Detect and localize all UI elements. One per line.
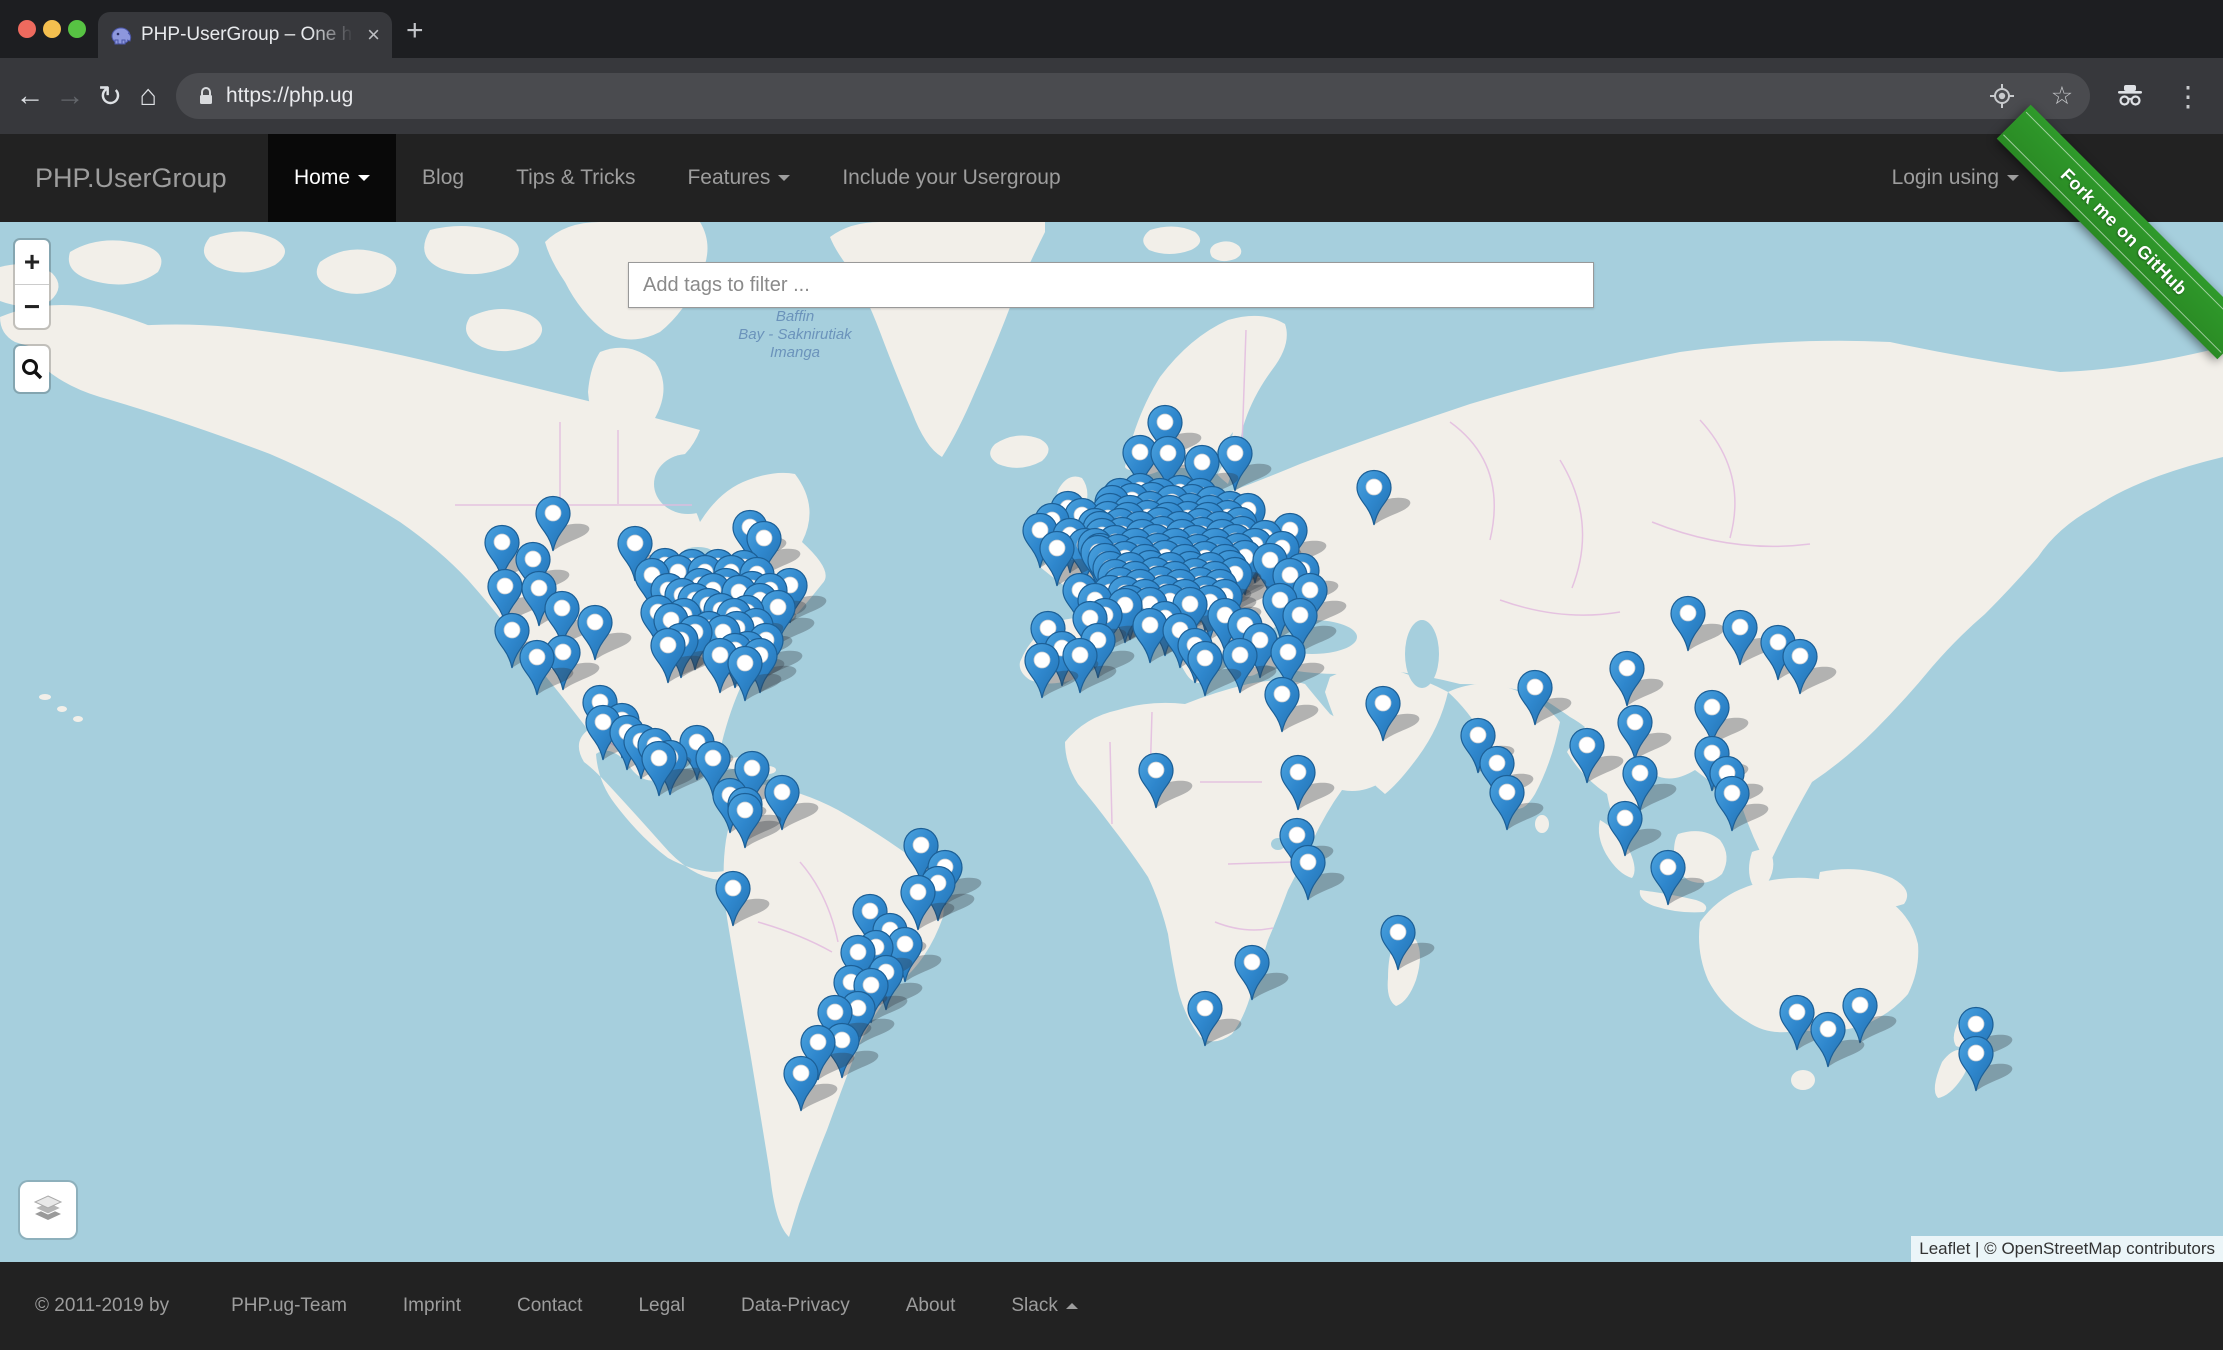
tag-filter-input[interactable] bbox=[628, 262, 1594, 308]
nav-item-include-usergroup[interactable]: Include your Usergroup bbox=[816, 134, 1086, 222]
nav-item-home[interactable]: Home bbox=[268, 134, 396, 222]
location-target-icon[interactable] bbox=[1986, 80, 2018, 112]
map-marker[interactable] bbox=[1355, 469, 1451, 531]
window-zoom-button[interactable] bbox=[68, 20, 86, 38]
bookmark-star-icon[interactable]: ☆ bbox=[2046, 80, 2078, 112]
footer-link-legal[interactable]: Legal bbox=[638, 1295, 685, 1317]
map-marker[interactable] bbox=[1649, 849, 1745, 911]
login-using-menu[interactable]: Login using bbox=[1892, 134, 2019, 222]
back-icon[interactable]: ← bbox=[10, 76, 50, 116]
favicon-elephant-icon bbox=[110, 25, 132, 45]
footer-link-about[interactable]: About bbox=[906, 1295, 956, 1317]
chevron-down-icon bbox=[778, 175, 790, 181]
map-marker[interactable] bbox=[1186, 990, 1282, 1052]
layers-icon bbox=[31, 1194, 65, 1226]
zoom-in-button[interactable]: + bbox=[15, 240, 49, 284]
osm-link[interactable]: OpenStreetMap contributors bbox=[2001, 1239, 2215, 1258]
reload-icon[interactable]: ↻ bbox=[90, 76, 130, 116]
lock-icon bbox=[198, 86, 214, 106]
nav-items: Home Blog Tips & Tricks Features Include… bbox=[268, 134, 1087, 222]
copyright-text: © 2011-2019 by bbox=[35, 1295, 169, 1317]
map-marker[interactable] bbox=[782, 1055, 878, 1117]
map-marker[interactable] bbox=[1023, 642, 1119, 704]
home-icon[interactable]: ⌂ bbox=[128, 76, 168, 116]
zoom-out-button[interactable]: − bbox=[15, 284, 49, 328]
tab-strip: PHP-UserGroup – One home fo × + bbox=[0, 0, 2223, 58]
address-bar[interactable]: https://php.ug bbox=[176, 73, 2090, 119]
layers-control[interactable] bbox=[20, 1182, 76, 1238]
url-text: https://php.ug bbox=[226, 84, 353, 108]
map-marker[interactable] bbox=[1379, 914, 1475, 976]
zoom-control: + − bbox=[15, 240, 49, 328]
tab-close-icon[interactable]: × bbox=[367, 24, 380, 46]
site-navbar: PHP.UserGroup Home Blog Tips & Tricks Fe… bbox=[0, 134, 2223, 222]
browser-toolbar: ← → ↻ ⌂ https://php.ug ☆ ⋮ bbox=[0, 58, 2223, 134]
nav-item-tips-tricks[interactable]: Tips & Tricks bbox=[490, 134, 661, 222]
browser-tab[interactable]: PHP-UserGroup – One home fo × bbox=[98, 12, 392, 58]
brand-logo[interactable]: PHP.UserGroup bbox=[35, 134, 227, 222]
map-marker[interactable] bbox=[1608, 650, 1704, 712]
map-marker[interactable] bbox=[1488, 774, 1584, 836]
chevron-up-icon bbox=[1066, 1303, 1078, 1309]
new-tab-button[interactable]: + bbox=[406, 16, 424, 46]
map-marker[interactable] bbox=[714, 870, 810, 932]
window-close-button[interactable] bbox=[18, 20, 36, 38]
tab-title: PHP-UserGroup – One home fo bbox=[141, 24, 358, 46]
map-marker[interactable] bbox=[1713, 775, 1809, 837]
window-minimize-button[interactable] bbox=[43, 20, 61, 38]
map-attribution: Leaflet | © OpenStreetMap contributors bbox=[1911, 1236, 2223, 1262]
browser-window: PHP-UserGroup – One home fo × + ← → ↻ ⌂ … bbox=[0, 0, 2223, 1350]
nav-item-blog[interactable]: Blog bbox=[396, 134, 490, 222]
incognito-icon[interactable] bbox=[2114, 80, 2146, 112]
leaflet-map[interactable]: Baffin Bay - Saknirutiak Imanga + − Leaf… bbox=[0, 222, 2223, 1262]
footer-link-imprint[interactable]: Imprint bbox=[403, 1295, 461, 1317]
nav-item-features[interactable]: Features bbox=[661, 134, 816, 222]
map-marker[interactable] bbox=[1279, 754, 1375, 816]
map-marker[interactable] bbox=[726, 792, 822, 854]
map-marker[interactable] bbox=[1289, 844, 1385, 906]
footer-link-data-privacy[interactable]: Data-Privacy bbox=[741, 1295, 850, 1317]
chevron-down-icon bbox=[2007, 175, 2019, 181]
footer-link-team[interactable]: PHP.ug-Team bbox=[231, 1295, 347, 1317]
map-marker[interactable] bbox=[1364, 685, 1460, 747]
map-marker[interactable] bbox=[1263, 676, 1359, 738]
map-marker[interactable] bbox=[1781, 638, 1877, 700]
map-marker[interactable] bbox=[1809, 1011, 1905, 1073]
forward-icon[interactable]: → bbox=[50, 76, 90, 116]
chevron-down-icon bbox=[358, 175, 370, 181]
marker-layer bbox=[0, 222, 2223, 1262]
map-marker[interactable] bbox=[1137, 752, 1233, 814]
leaflet-link[interactable]: Leaflet bbox=[1919, 1239, 1970, 1258]
footer-link-slack[interactable]: Slack bbox=[1011, 1295, 1077, 1317]
site-footer: © 2011-2019 by PHP.ug-Team Imprint Conta… bbox=[0, 1262, 2223, 1350]
kebab-menu-icon[interactable]: ⋮ bbox=[2172, 80, 2204, 112]
map-marker[interactable] bbox=[1957, 1035, 2053, 1097]
map-marker[interactable] bbox=[726, 645, 822, 707]
search-icon bbox=[20, 357, 44, 381]
map-search-button[interactable] bbox=[15, 346, 49, 392]
footer-link-contact[interactable]: Contact bbox=[517, 1295, 582, 1317]
